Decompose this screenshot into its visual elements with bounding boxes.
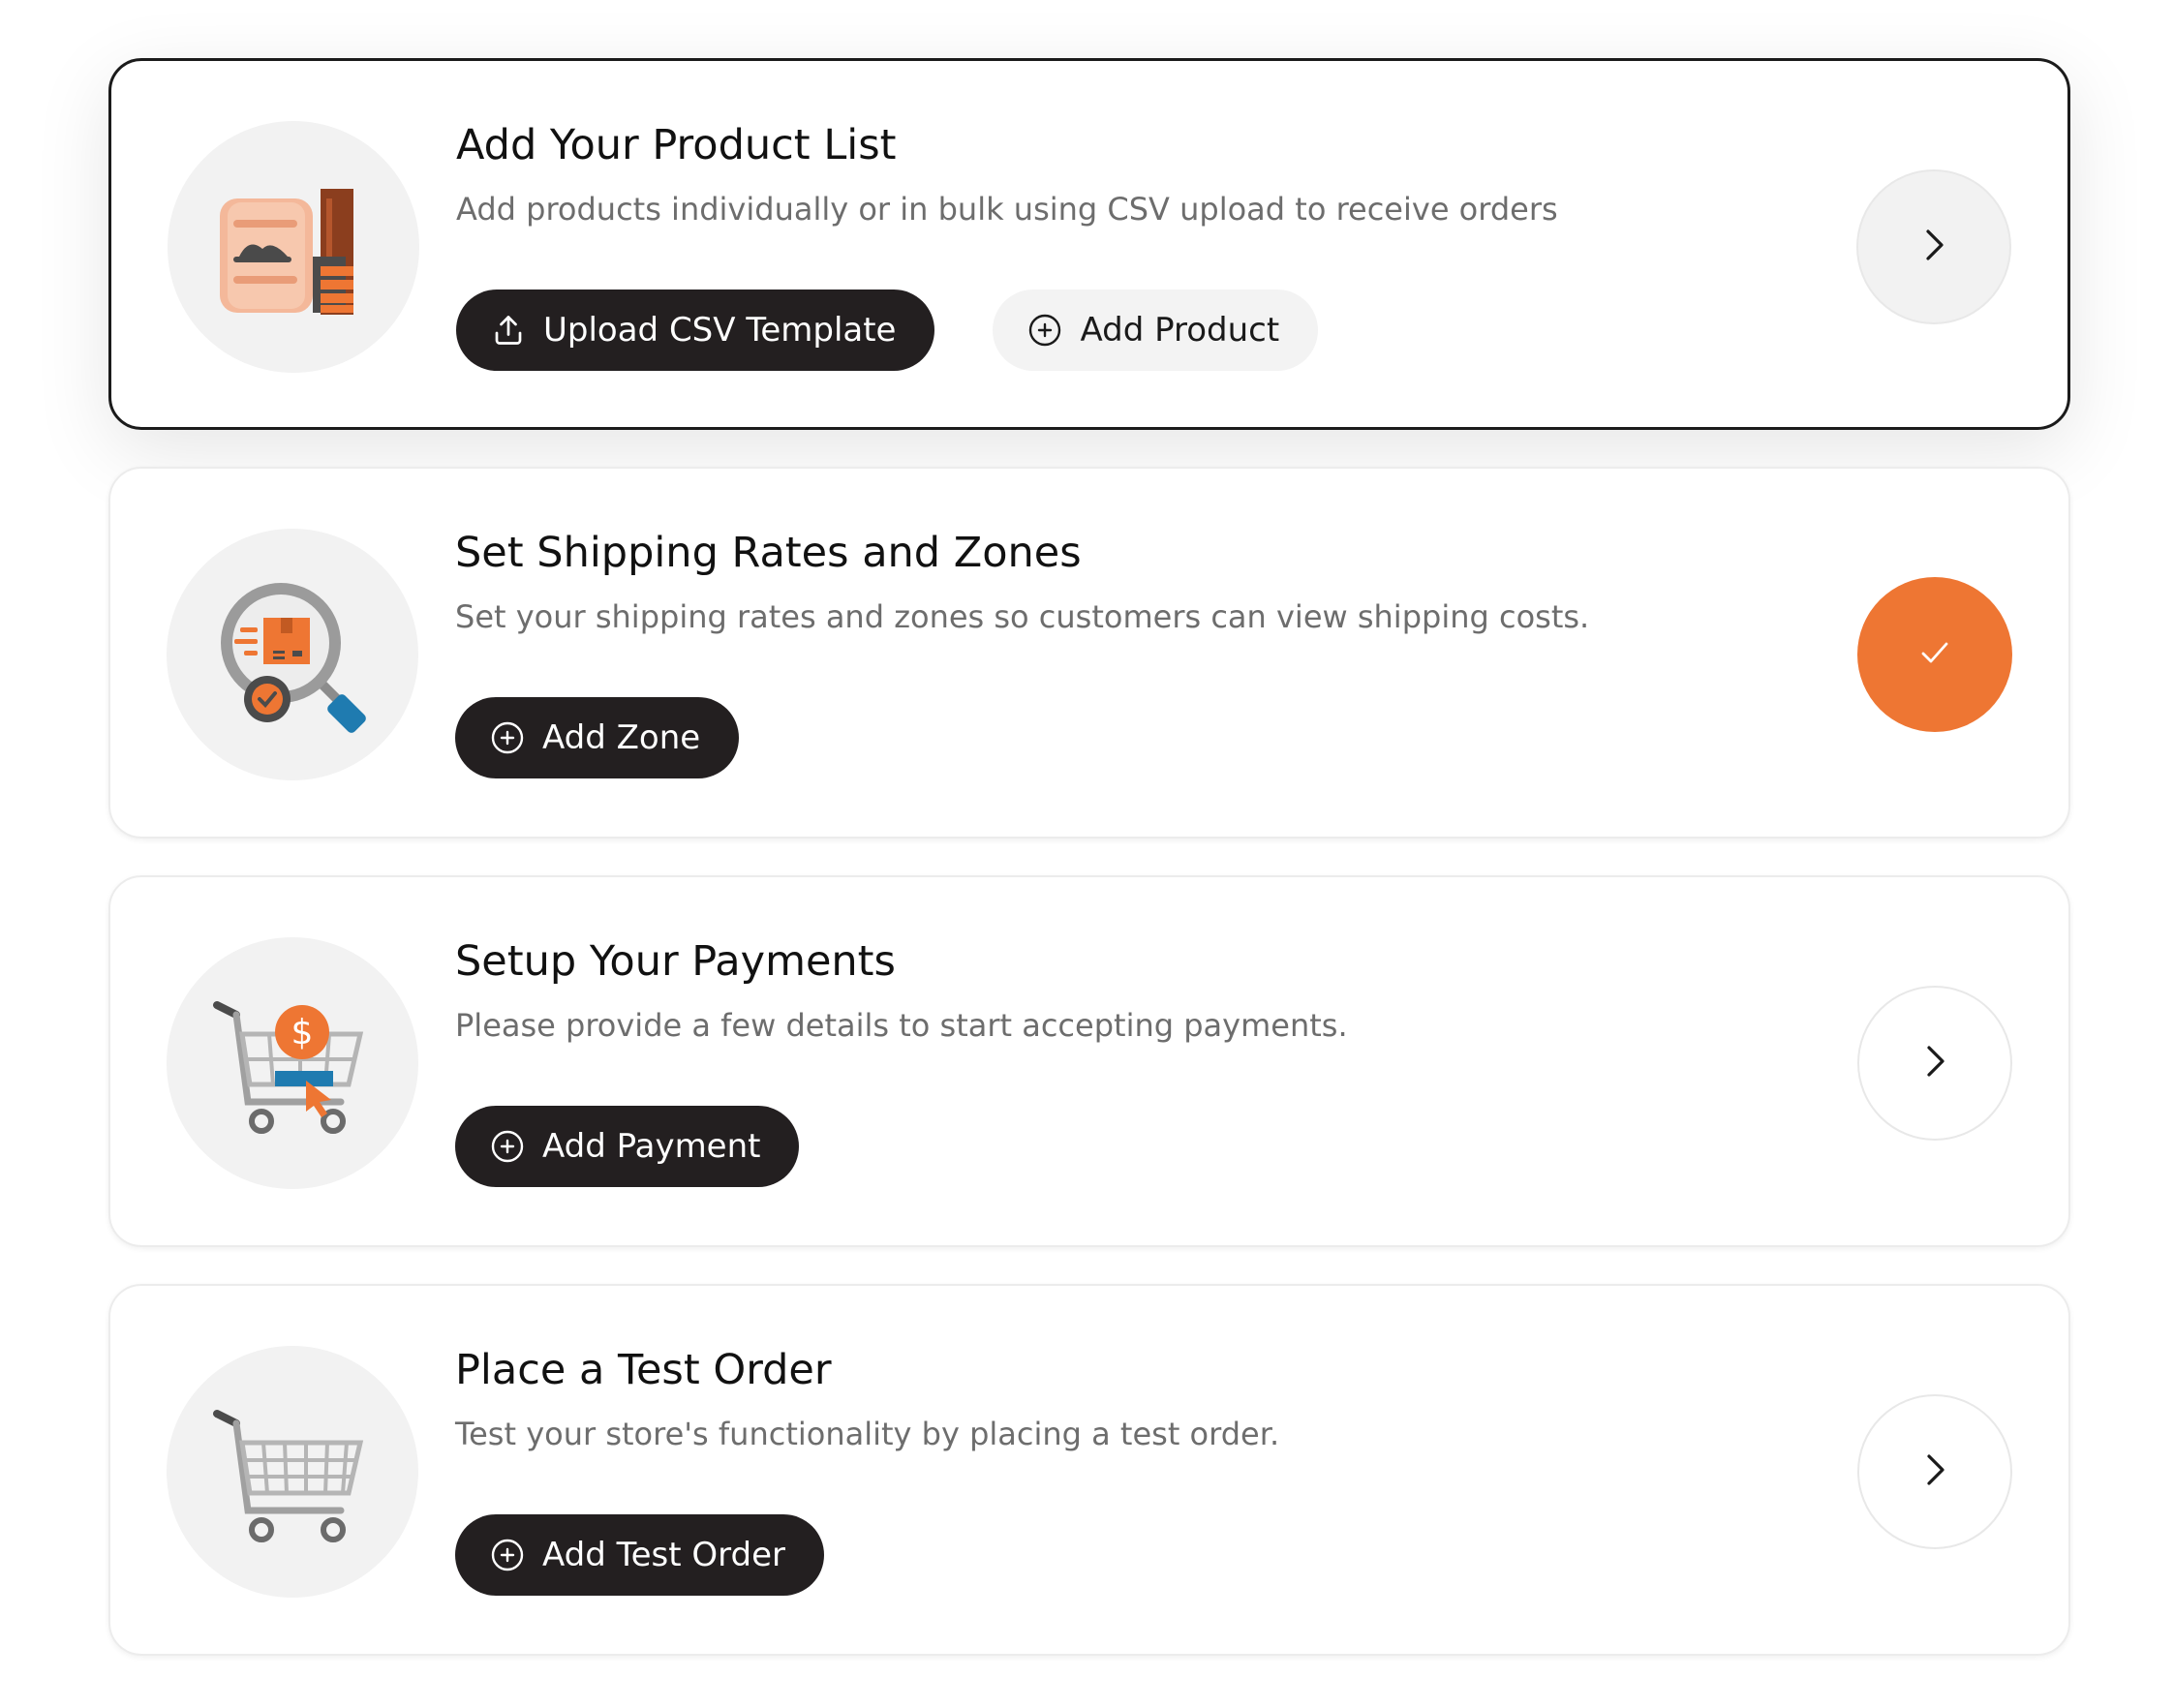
add-payment-button[interactable]: Add Payment: [455, 1106, 800, 1187]
plus-circle-icon: [490, 1129, 525, 1164]
button-label: Upload CSV Template: [543, 311, 897, 350]
step-title: Add Your Product List: [456, 121, 897, 169]
step-description: Test your store's functionality by placi…: [455, 1416, 1280, 1452]
chevron-right-icon: [1911, 222, 1957, 272]
step-description: Add products individually or in bulk usi…: [456, 191, 1558, 228]
payment-cart-icon: $: [167, 937, 418, 1189]
upload-csv-template-button[interactable]: Upload CSV Template: [456, 290, 935, 371]
step-card-test-order[interactable]: Place a Test Order Test your store's fun…: [108, 1284, 2070, 1656]
svg-text:$: $: [291, 1013, 314, 1052]
step-card-payments[interactable]: $ Setup Your Payments Please provide a f…: [108, 875, 2070, 1247]
plus-circle-icon: [490, 720, 525, 755]
product-sacks-icon: [168, 121, 419, 373]
button-label: Add Zone: [542, 718, 701, 757]
chevron-right-icon: [1912, 1447, 1958, 1497]
checkmark-icon: [1912, 629, 1958, 680]
step-completed-badge[interactable]: [1857, 577, 2012, 732]
add-zone-button[interactable]: Add Zone: [455, 697, 740, 778]
chevron-right-icon: [1912, 1038, 1958, 1088]
button-label: Add Payment: [542, 1127, 761, 1166]
step-card-product-list[interactable]: Add Your Product List Add products indiv…: [108, 58, 2070, 430]
step-card-shipping[interactable]: Set Shipping Rates and Zones Set your sh…: [108, 467, 2070, 839]
add-test-order-button[interactable]: Add Test Order: [455, 1514, 825, 1596]
button-label: Add Test Order: [542, 1536, 786, 1574]
add-product-button[interactable]: Add Product: [993, 290, 1319, 371]
next-step-button[interactable]: [1857, 1394, 2012, 1549]
plus-circle-icon: [490, 1538, 525, 1572]
plus-circle-icon: [1027, 313, 1062, 348]
upload-icon: [491, 313, 526, 348]
step-description: Please provide a few details to start ac…: [455, 1007, 1348, 1044]
shopping-cart-icon: [167, 1346, 418, 1598]
step-title: Place a Test Order: [455, 1346, 832, 1394]
next-step-button[interactable]: [1856, 169, 2011, 324]
step-title: Setup Your Payments: [455, 937, 896, 986]
step-title: Set Shipping Rates and Zones: [455, 529, 1082, 577]
button-label: Add Product: [1080, 311, 1280, 350]
shipping-magnifier-icon: [167, 529, 418, 780]
next-step-button[interactable]: [1857, 986, 2012, 1141]
step-description: Set your shipping rates and zones so cus…: [455, 598, 1590, 635]
